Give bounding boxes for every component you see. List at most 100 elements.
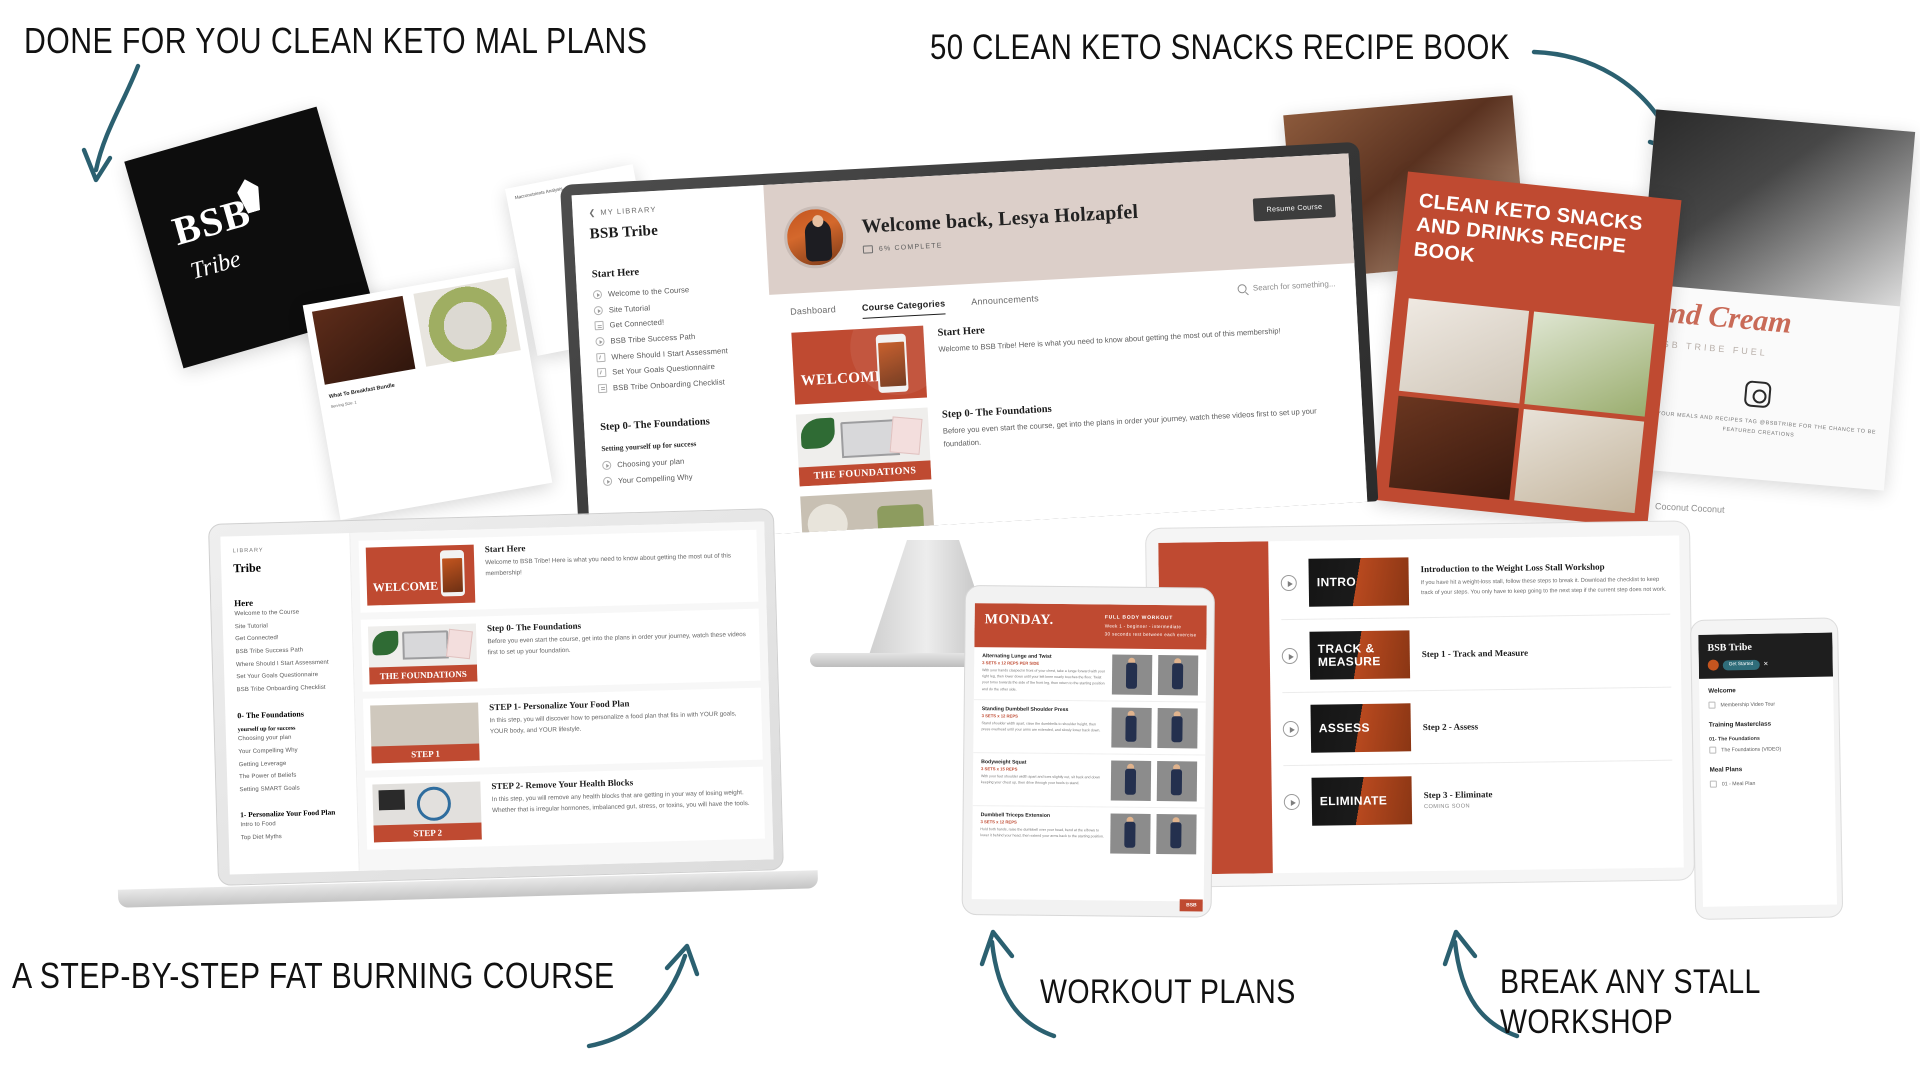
phone-section-masterclass: Training Masterclass [1708,720,1772,729]
play-icon [602,476,613,487]
get-started-row[interactable]: Get Started ✕ [1707,658,1824,671]
welcome-thumbnail: WELCOME [365,544,476,606]
notebook-graphic [445,628,473,660]
exercise-reps: 3 SETS x 12 REPS [981,712,1018,719]
step2-thumb-label: STEP 2 [373,822,482,843]
exercise-name: Bodyweight Squat [981,758,1027,766]
card-body: Before you even start the course, get in… [487,631,746,656]
leaf-graphic [372,630,399,656]
phone-item-meal-plan[interactable]: 01 - Meal Plan [1701,774,1835,791]
coconut-note: Coconut Coconut [1654,501,1725,515]
exercise-row: Dumbbell Triceps Extension 3 SETS x 12 R… [972,806,1205,860]
recipe-photo-4 [1514,408,1645,514]
laptop-item-label: Top Diet Myths [240,834,282,842]
laptop-sidebar: LIBRARY Tribe Here Welcome to the Course… [220,533,360,875]
tablet-workout-screen: MONDAY. FULL BODY WORKOUT Week 1 - begin… [971,603,1207,912]
workshop-thumbnail: ELIMINATE [1311,776,1413,826]
tab-dashboard[interactable]: Dashboard [790,304,837,322]
play-icon[interactable] [1280,574,1297,592]
workshop-thumbnail: TRACK & MEASURE [1309,630,1411,680]
bsb-script-text: Tribe [187,246,244,286]
exercise-photo [1157,707,1198,748]
workshop-row-intro[interactable]: INTRO Introduction to the Weight Loss St… [1280,541,1671,621]
workshop-title: Step 1 - Track and Measure [1421,647,1529,660]
workout-meta-title: FULL BODY WORKOUT [1104,614,1174,622]
phone-bezel: BSB Tribe Get Started ✕ Welcome Membersh… [1690,617,1844,920]
laptop-library-label[interactable]: LIBRARY [233,545,342,554]
cream-photo [1640,109,1916,307]
play-icon [602,461,612,471]
resume-course-button[interactable]: Resume Course [1252,194,1336,222]
laptop-item-label: Where Should I Start Assessment [235,659,329,668]
workout-meta-line2: 30 seconds rest between each exercise [1104,631,1197,638]
laptop-item-label: Getting Leverage [238,760,287,768]
sidebar-item-label: Choosing your plan [616,457,685,470]
tablet-workout-bezel: MONDAY. FULL BODY WORKOUT Week 1 - begin… [961,585,1215,918]
foundations-thumbnail: THE FOUNDATIONS [795,407,932,487]
course-sidebar: ❮ MY LIBRARY BSB Tribe Start Here Welcom… [571,185,783,544]
laptop-item-label: Intro to Food [240,821,276,829]
recipe-book-cover: CLEAN KETO SNACKS AND DRINKS RECIPE BOOK [1373,171,1682,529]
sidebar-item-label: Site Tutorial [608,303,651,315]
laptop-item-checklist[interactable]: BSB Tribe Onboarding Checklist [236,681,345,697]
phone-item-label: 01 - Meal Plan [1721,780,1756,787]
workshop-title: Step 3 - Eliminate [1423,789,1493,801]
search-icon [1237,284,1248,294]
laptop-item-label: Setting SMART Goals [239,785,300,794]
laptop-card-start-here[interactable]: WELCOME Start Here Welcome to BSB Tribe!… [358,529,759,613]
workout-header: MONDAY. FULL BODY WORKOUT Week 1 - begin… [974,603,1207,650]
workshop-body: If you have hit a weight-loss stall, fol… [1420,576,1667,597]
phone-item-label: The Foundations (VIDEO) [1721,745,1782,753]
document-icon [594,321,604,331]
workout-meta: FULL BODY WORKOUT Week 1 - beginner - in… [1105,613,1197,639]
laptop-card-step-1[interactable]: STEP 1 STEP 1- Personalize Your Food Pla… [362,687,763,771]
laptop-item-label: The Power of Beliefs [239,772,297,781]
laptop-item-label: Choosing your plan [237,735,292,743]
recipe-book-photo-grid [1388,298,1655,514]
close-icon[interactable]: ✕ [1763,661,1768,668]
workshop-row-step-1[interactable]: TRACK & MEASURE Step 1 - Track and Measu… [1281,614,1672,694]
welcome-thumbnail: WELCOME [791,325,928,405]
recipe-photo-3 [1388,395,1519,500]
keyboard-graphic [378,789,406,811]
exercise-desc: Hold both hands, raise the dumbbell over… [980,826,1105,839]
play-icon[interactable] [1282,720,1299,738]
sidebar-item-label: Your Compelling Why [617,472,693,486]
laptop-item-diet-myths[interactable]: Top Diet Myths [241,829,350,845]
sidebar-section-start-here: Start Here [591,266,640,281]
quiz-icon [596,368,607,378]
exercise-desc: With your hands clasped in front of your… [981,667,1105,692]
salad-photo [413,277,521,367]
laptop-card-foundations[interactable]: THE FOUNDATIONS Step 0- The Foundations … [360,608,761,692]
quiz-icon [596,352,606,362]
notebook-graphic [889,416,923,455]
laptop-item-smart-goals[interactable]: Setting SMART Goals [239,781,348,797]
exercise-desc: Stand shoulder width apart, raise the du… [981,720,1101,733]
exercise-reps: 3 SETS x 12 REPS PER SIDE [982,659,1040,666]
phone-section-meal-plans: Meal Plans [1709,766,1743,774]
laptop-card-step-2[interactable]: STEP 2 STEP 2- Remove Your Health Blocks… [365,766,766,850]
stethoscope-graphic [416,786,452,822]
laptop-item-label: Get Connected! [235,635,279,643]
play-icon[interactable] [1281,647,1298,665]
laptop-item-label: Set Your Goals Questionnaire [236,672,319,681]
exercise-name: Standing Dumbbell Shoulder Press [981,705,1069,713]
get-started-button[interactable]: Get Started [1722,659,1760,670]
tablet-workshop-device: INTRO Introduction to the Weight Loss St… [1145,520,1695,888]
workshop-list: INTRO Introduction to the Weight Loss St… [1268,536,1684,874]
laptop-course-title: Tribe [233,560,262,576]
exercise-photo [1110,760,1152,801]
sidebar-course-title: BSB Tribe [589,222,659,243]
cream-flat-subtitle: BSB TRIBE FUEL [1653,338,1769,358]
exercise-name: Alternating Lunge and Twist [982,652,1052,660]
my-library-link[interactable]: ❮ MY LIBRARY [588,200,752,218]
foundations-thumb-label: THE FOUNDATIONS [369,664,478,685]
avatar [1707,659,1719,671]
laptop-screen: LIBRARY Tribe Here Welcome to the Course… [220,521,774,875]
workshop-row-step-2[interactable]: ASSESS Step 2 - Assess [1282,687,1673,767]
workshop-row-step-3[interactable]: ELIMINATE Step 3 - Eliminate COMING SOON [1283,761,1673,838]
exercise-photo [1111,707,1152,748]
chevron-left-icon: ❮ [588,208,597,218]
play-icon[interactable] [1283,793,1300,811]
phone-device: BSB Tribe Get Started ✕ Welcome Membersh… [1690,617,1844,920]
